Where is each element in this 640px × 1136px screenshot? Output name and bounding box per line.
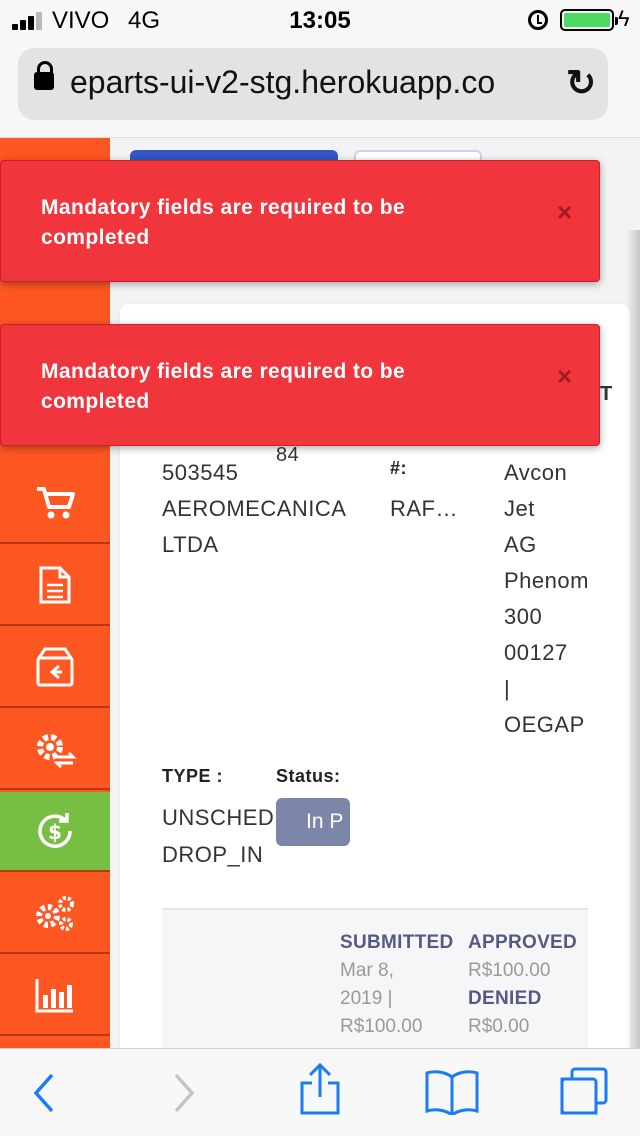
aircraft-line: 300 [504,604,543,629]
bar-chart-icon [35,979,73,1013]
gears-icon [36,896,74,931]
lock-icon [34,61,54,90]
submitted-value: R$100.00 [340,1016,423,1037]
status-badge: In P [276,798,350,846]
customer-line: LTDA [162,532,219,557]
sidebar-item-reports[interactable] [0,956,110,1036]
type-value: UNSCHED [162,805,275,830]
sidebar-item-returns[interactable] [0,628,110,708]
partial-number: 84 [276,444,300,466]
return-box-icon [36,647,74,687]
toast-message: Mandatory fields are required to be comp… [41,360,406,413]
reload-icon[interactable]: ↻ [566,62,596,104]
submitted-label: SUBMITTED [340,932,454,953]
aircraft-line: Avcon [504,460,568,485]
browser-toolbar [0,1048,640,1136]
sidebar-item-refunds[interactable]: $ [0,792,110,872]
submitted-value: 2019 | [340,988,393,1009]
dollar-refresh-icon: $ [38,813,72,848]
alarm-icon [528,10,548,30]
svg-text:$: $ [48,820,62,844]
forward-icon[interactable] [168,1069,198,1117]
reference-value: RAF… [390,496,458,521]
denied-value: R$0.00 [468,1016,530,1037]
url-text[interactable]: eparts-ui-v2-stg.herokuapp.co [70,64,550,101]
close-icon[interactable]: × [557,361,572,392]
status-bar: VIVO 4G 13:05 ϟ [0,0,640,40]
type-label: TYPE : [162,766,224,786]
aircraft-line: OEGAP [504,712,585,737]
aircraft-line: Phenom [504,568,589,593]
type-value: DROP_IN [162,842,264,867]
status-label: Status: [276,766,341,786]
address-bar[interactable]: eparts-ui-v2-stg.herokuapp.co ↻ [18,48,608,120]
customer-line: 503545 [162,460,239,485]
aircraft-line: | [504,676,511,701]
column-header-partial: T [600,383,613,405]
gear-exchange-icon [37,734,77,769]
sidebar-item-settings[interactable] [0,874,110,954]
bookmarks-icon[interactable] [424,1067,480,1115]
toast-message: Mandatory fields are required to be comp… [41,196,406,249]
sidebar-item-exchange[interactable] [0,710,110,790]
close-icon[interactable]: × [557,197,572,228]
share-icon[interactable] [298,1061,342,1117]
back-icon[interactable] [30,1069,60,1117]
error-toast: Mandatory fields are required to be comp… [0,160,600,282]
document-icon [39,566,71,604]
submitted-value: Mar 8, [340,960,394,981]
aircraft-line: 00127 [504,640,568,665]
sidebar-item-documents[interactable] [0,546,110,626]
tabs-icon[interactable] [558,1065,610,1117]
customer-line: AEROMECANICA [162,496,347,521]
approved-value: R$100.00 [468,960,551,981]
cart-icon [37,487,75,519]
error-toast: Mandatory fields are required to be comp… [0,324,600,446]
scroll-shadow [626,230,640,1050]
aircraft-line: Jet [504,496,535,521]
reference-label: #: [390,458,408,478]
battery-icon [560,9,618,31]
browser-address-area: eparts-ui-v2-stg.herokuapp.co ↻ [0,40,640,138]
charging-icon: ϟ [618,6,630,31]
sidebar-item-cart[interactable] [0,464,110,544]
aircraft-line: AG [504,532,537,557]
denied-label: DENIED [468,988,542,1009]
approved-label: APPROVED [468,932,578,953]
